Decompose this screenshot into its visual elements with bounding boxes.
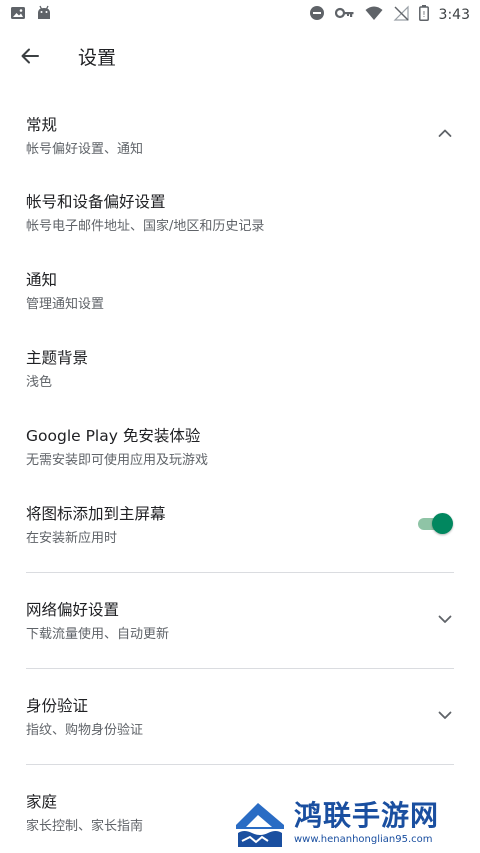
watermark-url: www.henanhonglian95.com	[294, 834, 433, 845]
item-title: Google Play 免安装体验	[26, 427, 201, 445]
no-signal-icon	[393, 5, 409, 25]
settings-section-auth[interactable]: 身份验证 指纹、购物身份验证	[0, 690, 480, 746]
item-title: 通知	[26, 271, 58, 289]
settings-section-network[interactable]: 网络偏好设置 下载流量使用、自动更新	[0, 594, 480, 650]
divider	[26, 668, 454, 669]
item-subtitle: 无需安装即可使用应用及玩游戏	[26, 453, 209, 468]
chevron-down-icon[interactable]	[436, 706, 454, 724]
watermark-title: 鸿联手游网	[294, 799, 440, 832]
do-not-disturb-icon	[309, 5, 325, 25]
item-title: 主题背景	[26, 349, 89, 367]
section-title: 网络偏好设置	[26, 601, 120, 619]
section-subtitle: 家长控制、家长指南	[26, 819, 144, 834]
status-bar-right: ! 3:43	[309, 5, 470, 25]
section-title: 家庭	[26, 793, 58, 811]
settings-item-account[interactable]: 帐号和设备偏好设置 帐号电子邮件地址、国家/地区和历史记录	[0, 186, 480, 242]
chevron-up-icon[interactable]	[436, 124, 454, 142]
page-title: 设置	[78, 46, 117, 69]
toggle-thumb	[432, 513, 453, 534]
back-button[interactable]	[0, 30, 60, 82]
svg-text:!: !	[422, 10, 425, 19]
settings-item-instant-apps[interactable]: Google Play 免安装体验 无需安装即可使用应用及玩游戏	[0, 420, 480, 476]
divider	[26, 572, 454, 573]
section-subtitle: 帐号偏好设置、通知	[26, 142, 144, 157]
item-title: 帐号和设备偏好设置	[26, 193, 166, 211]
item-subtitle: 管理通知设置	[26, 297, 105, 312]
section-subtitle: 下载流量使用、自动更新	[26, 627, 170, 642]
battery-icon: !	[418, 5, 429, 25]
status-time: 3:43	[438, 7, 470, 23]
site-watermark: 鸿联手游网 www.henanhonglian95.com	[232, 793, 480, 853]
settings-item-add-icon[interactable]: 将图标添加到主屏幕 在安装新应用时	[0, 498, 480, 554]
status-bar-left	[10, 5, 52, 25]
divider	[26, 764, 454, 765]
section-title: 身份验证	[26, 697, 89, 715]
wifi-icon	[365, 5, 383, 25]
watermark-text: 鸿联手游网 www.henanhonglian95.com	[294, 799, 439, 847]
section-subtitle: 指纹、购物身份验证	[26, 723, 144, 738]
status-bar: ! 3:43	[0, 0, 480, 30]
app-bar: 设置	[0, 30, 480, 82]
item-subtitle: 帐号电子邮件地址、国家/地区和历史记录	[26, 219, 265, 234]
watermark-logo-icon	[234, 797, 286, 849]
item-title: 将图标添加到主屏幕	[26, 505, 166, 523]
add-icon-toggle[interactable]	[416, 513, 453, 534]
settings-item-notifications[interactable]: 通知 管理通知设置	[0, 264, 480, 320]
arrow-back-icon	[21, 48, 39, 64]
section-title: 常规	[26, 116, 58, 134]
chevron-down-icon[interactable]	[436, 610, 454, 628]
item-subtitle: 在安装新应用时	[26, 531, 118, 546]
vpn-key-icon	[334, 5, 355, 25]
settings-section-general[interactable]: 常规 帐号偏好设置、通知	[0, 108, 480, 164]
android-icon	[36, 5, 52, 25]
item-subtitle: 浅色	[26, 375, 53, 390]
image-icon	[10, 5, 26, 25]
settings-item-theme[interactable]: 主题背景 浅色	[0, 342, 480, 398]
